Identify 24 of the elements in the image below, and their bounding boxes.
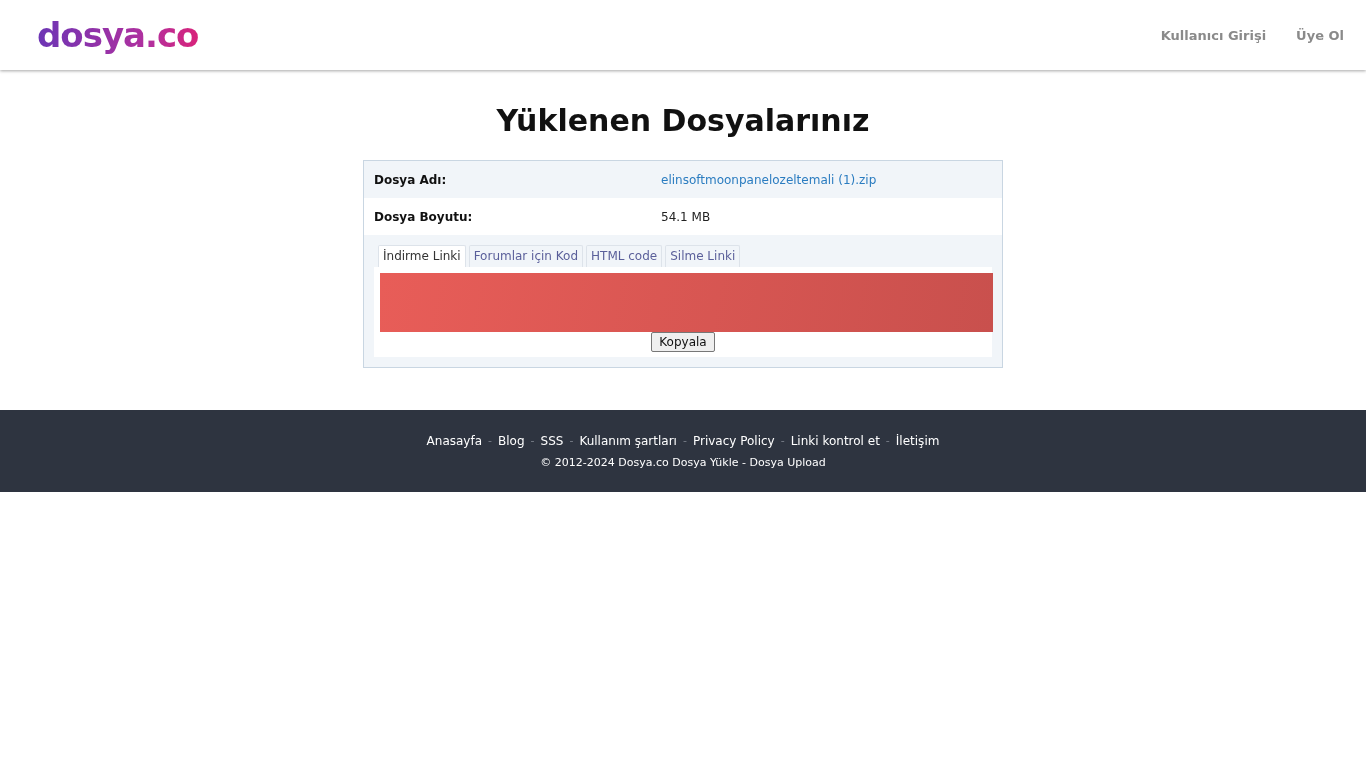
field-value: 54.1 MB	[661, 209, 711, 224]
copyright-text: © 2012-2024 Dosya.co Dosya Yükle - Dosya Upload	[540, 455, 826, 469]
field-label: Dosya Adı:	[374, 172, 448, 187]
page-title: Yüklenen Dosyalarınız	[496, 103, 870, 138]
footer-link[interactable]: Blog	[498, 433, 525, 448]
separator: -	[530, 434, 535, 447]
separator: -	[682, 434, 687, 447]
footer-link[interactable]: Kullanım şartları	[579, 433, 677, 448]
tab[interactable]: Silme Linki	[665, 245, 741, 267]
tab[interactable]: HTML code	[586, 245, 663, 267]
footer-link[interactable]: SSS	[540, 433, 564, 448]
footer-link[interactable]: Linki kontrol et	[790, 433, 880, 448]
footer-link[interactable]: Anasayfa	[426, 433, 483, 448]
footer-link[interactable]: Privacy Policy	[692, 433, 775, 448]
separator: -	[488, 434, 493, 447]
separator: -	[780, 434, 785, 447]
separator: -	[885, 434, 890, 447]
field-label: Dosya Boyutu:	[374, 209, 474, 224]
separator: -	[569, 434, 574, 447]
tab[interactable]: Forumlar için Kod	[468, 245, 584, 267]
tab[interactable]: İndirme Linki	[378, 245, 466, 267]
file-link[interactable]: elinsoftmoonpanelozeltemali (1).zip	[661, 172, 877, 187]
footer-link[interactable]: İletişim	[895, 433, 940, 448]
copy-button[interactable]: Kopyala	[651, 332, 715, 352]
